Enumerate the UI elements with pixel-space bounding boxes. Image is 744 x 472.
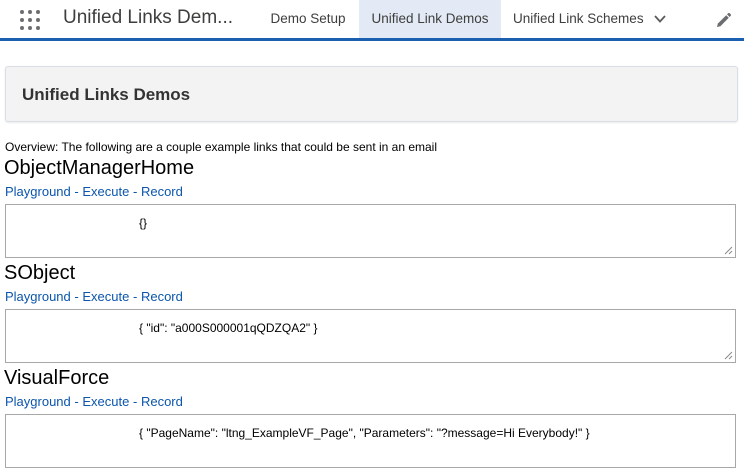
pencil-icon[interactable]	[714, 12, 732, 30]
record-link[interactable]: Record	[141, 289, 183, 304]
demo-title: SObject	[4, 262, 76, 284]
playground-link[interactable]: Playground	[5, 394, 71, 409]
link-separator: -	[132, 289, 138, 304]
resize-handle-icon[interactable]	[724, 246, 733, 255]
payload-textarea[interactable]: { "id": "a000S000001qQDZQA2" }	[5, 309, 736, 363]
app-name: Unified Links Dem...	[63, 7, 234, 28]
tab-unified-link-demos[interactable]: Unified Link Demos	[359, 0, 501, 38]
playground-link[interactable]: Playground	[5, 289, 71, 304]
demo-title: VisualForce	[4, 367, 110, 389]
payload-textarea[interactable]: {}	[5, 204, 736, 258]
app-launcher-icon[interactable]	[20, 10, 40, 30]
page-header: Unified Links Demos	[5, 66, 738, 122]
execute-link[interactable]: Execute	[82, 289, 129, 304]
tab-label: Unified Link Schemes	[513, 11, 644, 26]
demo-title: ObjectManagerHome	[4, 157, 195, 179]
overview-text: Overview: The following are a couple exa…	[5, 140, 438, 154]
link-separator: -	[132, 184, 138, 199]
tab-label: Unified Link Demos	[371, 11, 489, 26]
tab-unified-link-schemes[interactable]: Unified Link Schemes	[503, 0, 671, 38]
demo-links: Playground - Execute - Record	[5, 289, 183, 304]
execute-link[interactable]: Execute	[82, 184, 129, 199]
tab-label: Demo Setup	[270, 11, 346, 26]
demo-links: Playground - Execute - Record	[5, 394, 183, 409]
playground-link[interactable]: Playground	[5, 184, 71, 199]
resize-handle-icon[interactable]	[724, 351, 733, 360]
link-separator: -	[74, 184, 79, 199]
record-link[interactable]: Record	[141, 394, 183, 409]
link-separator: -	[74, 289, 79, 304]
payload-text: { "id": "a000S000001qQDZQA2" }	[139, 321, 318, 335]
demo-links: Playground - Execute - Record	[5, 184, 183, 199]
page-title: Unified Links Demos	[22, 85, 191, 104]
tab-demo-setup[interactable]: Demo Setup	[258, 0, 358, 38]
payload-textarea[interactable]: { "PageName": "ltng_ExampleVF_Page", "Pa…	[5, 414, 736, 468]
link-separator: -	[74, 394, 79, 409]
execute-link[interactable]: Execute	[82, 394, 129, 409]
chevron-down-icon[interactable]	[654, 14, 666, 24]
record-link[interactable]: Record	[141, 184, 183, 199]
global-nav: Unified Links Dem... Demo Setup Unified …	[0, 0, 744, 41]
payload-text: {}	[139, 216, 148, 230]
link-separator: -	[132, 394, 138, 409]
payload-text: { "PageName": "ltng_ExampleVF_Page", "Pa…	[139, 426, 590, 440]
